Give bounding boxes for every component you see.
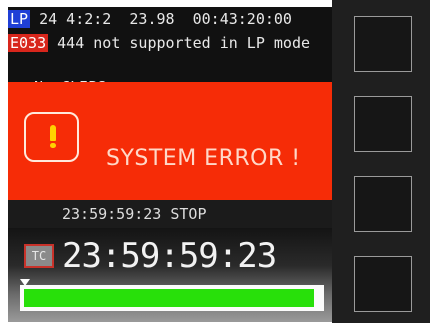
frame-rate: 23.98 <box>129 10 175 28</box>
warning-icon <box>24 112 79 162</box>
soft-key-1[interactable] <box>354 16 412 72</box>
error-code-badge: E033 <box>8 34 49 52</box>
tc-badge: TC <box>24 244 54 268</box>
format-line: LP 24 4:2:2 23.98 00:43:20:00 <box>8 9 292 29</box>
video-format: 24 4:2:2 <box>39 10 112 28</box>
error-message: 444 not supported in LP mode <box>57 34 311 52</box>
system-error-message: SYSTEM ERROR ! <box>106 146 301 171</box>
status-area: LP 24 4:2:2 23.98 00:43:20:00 E033 444 n… <box>8 7 332 136</box>
error-line: E033 444 not supported in LP mode <box>8 33 310 53</box>
playback-status: 23:59:59:23 STOP <box>62 205 207 223</box>
position-bar <box>20 285 324 311</box>
soft-key-2[interactable] <box>354 96 412 152</box>
system-error-panel: SYSTEM ERROR ! <box>8 82 332 200</box>
position-bar-fill <box>24 289 314 307</box>
status-timecode: 00:43:20:00 <box>192 10 292 28</box>
soft-key-4[interactable] <box>354 256 412 312</box>
main-timecode: 23:59:59:23 <box>62 236 277 276</box>
timecode-panel: TC 23:59:59:23 <box>8 228 332 322</box>
device-display: LP 24 4:2:2 23.98 00:43:20:00 E033 444 n… <box>8 7 332 322</box>
mode-badge: LP <box>8 10 31 28</box>
playback-status-line: 23:59:59:23 STOP <box>8 200 332 228</box>
clip-line: No CLIPS OK ABGT <box>8 57 332 136</box>
soft-key-3[interactable] <box>354 176 412 232</box>
